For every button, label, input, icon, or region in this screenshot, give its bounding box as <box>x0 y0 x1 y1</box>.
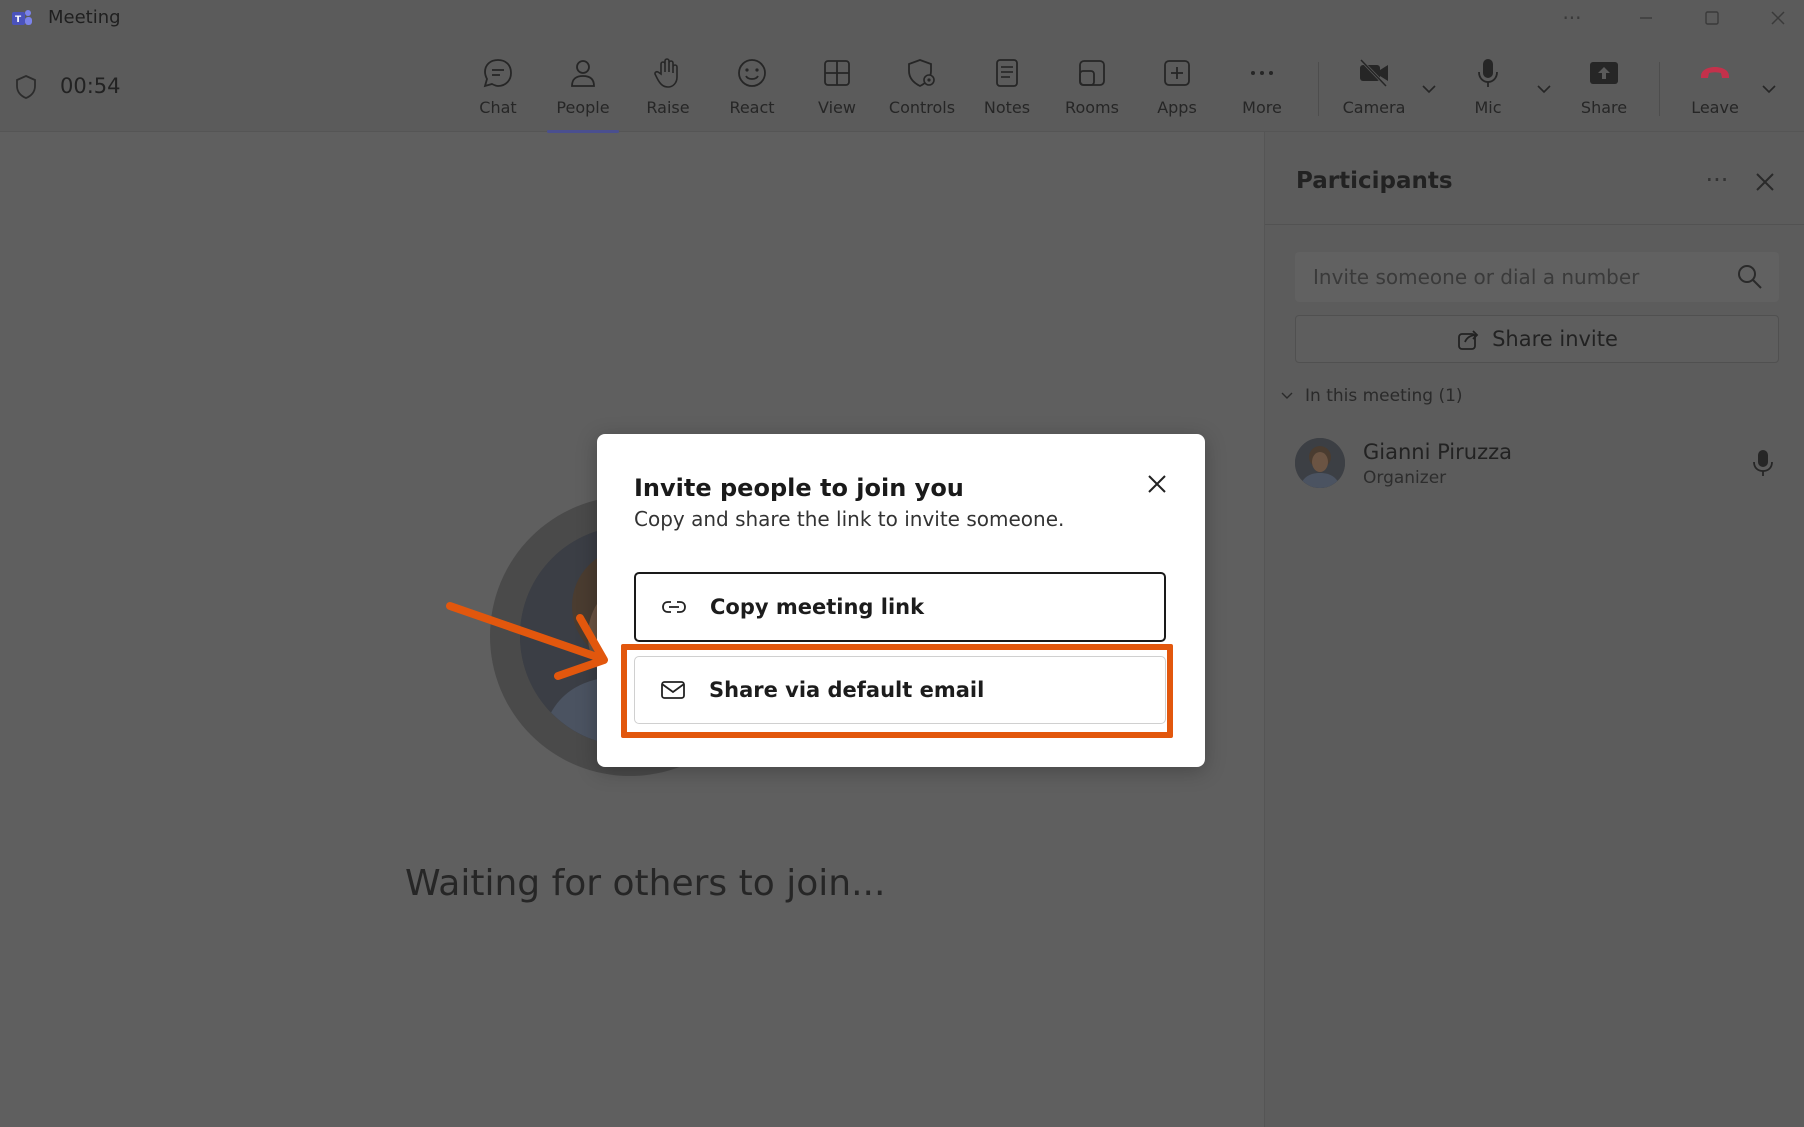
maximize-icon <box>1705 11 1719 25</box>
people-label: People <box>556 98 610 117</box>
section-label: In this meeting (1) <box>1305 386 1463 406</box>
participant-role: Organizer <box>1363 468 1447 488</box>
view-label: View <box>818 98 856 117</box>
hand-icon <box>654 58 678 88</box>
ellipsis-icon: ··· <box>1705 166 1729 194</box>
dialog-subtitle: Copy and share the link to invite someon… <box>634 507 1065 531</box>
share-label: Share <box>1580 98 1628 117</box>
people-icon <box>571 60 595 87</box>
panel-close-icon[interactable] <box>1743 160 1787 204</box>
view-button[interactable]: View <box>797 56 877 126</box>
camera-off-icon <box>1359 58 1388 88</box>
rooms-icon <box>1079 60 1105 86</box>
notes-label: Notes <box>983 98 1031 117</box>
smile-icon <box>738 59 766 87</box>
chevron-down-icon <box>1281 392 1293 399</box>
link-icon <box>662 601 686 613</box>
mic-icon <box>1478 59 1498 87</box>
dialog-close-icon[interactable] <box>1137 464 1177 504</box>
chat-button[interactable]: Chat <box>458 56 538 126</box>
chat-label: Chat <box>479 98 517 117</box>
participants-panel: Participants ··· Share invite In this me… <box>1264 132 1804 1127</box>
notes-button[interactable]: Notes <box>967 56 1047 126</box>
controls-label: Controls <box>888 98 956 117</box>
annotation-arrow-icon <box>446 602 608 680</box>
react-label: React <box>729 98 775 117</box>
raise-button[interactable]: Raise <box>628 56 708 126</box>
camera-button[interactable]: Camera <box>1334 56 1414 126</box>
avatar <box>1295 438 1345 488</box>
minimize-icon <box>1640 17 1652 19</box>
window-close-button[interactable] <box>1754 2 1802 34</box>
leave-options-chevron-down-icon[interactable] <box>1758 78 1780 100</box>
toolbar-divider <box>1318 62 1319 116</box>
panel-divider <box>1265 224 1804 225</box>
phone-hangup-icon <box>1701 67 1729 78</box>
share-icon <box>1458 330 1479 350</box>
leave-label: Leave <box>1691 98 1739 117</box>
waiting-message: Waiting for others to join... <box>405 863 886 904</box>
apps-button[interactable]: Apps <box>1137 56 1217 126</box>
panel-more-button[interactable]: ··· <box>1695 160 1739 204</box>
participant-name: Gianni Piruzza <box>1363 440 1512 464</box>
shield-gear-icon <box>908 59 935 88</box>
raise-label: Raise <box>646 98 690 117</box>
plus-icon <box>1164 60 1190 86</box>
mic-options-chevron-down-icon[interactable] <box>1533 78 1555 100</box>
minimize-button[interactable] <box>1622 2 1670 34</box>
share-button[interactable]: Share <box>1564 56 1644 126</box>
user-photo-icon <box>1295 438 1345 488</box>
ellipsis-icon <box>1251 71 1273 75</box>
search-icon[interactable] <box>1735 262 1765 292</box>
share-invite-button[interactable]: Share invite <box>1295 315 1779 363</box>
maximize-button[interactable] <box>1688 2 1736 34</box>
title-bar: T Meeting ··· <box>0 0 1804 36</box>
camera-options-chevron-down-icon[interactable] <box>1418 78 1440 100</box>
mic-icon <box>1753 450 1773 476</box>
more-button[interactable]: More <box>1222 56 1302 126</box>
dialog-title: Invite people to join you <box>634 474 964 502</box>
leave-button[interactable]: Leave <box>1675 56 1755 126</box>
more-label: More <box>1242 98 1282 117</box>
people-button[interactable]: People <box>543 56 623 133</box>
notes-icon <box>996 59 1018 87</box>
window-title: Meeting <box>48 7 121 28</box>
rooms-button[interactable]: Rooms <box>1052 56 1132 126</box>
highlight-box <box>621 644 1173 738</box>
shield-icon[interactable] <box>14 74 38 100</box>
chat-icon <box>483 59 512 88</box>
ellipsis-icon: ··· <box>1562 6 1582 30</box>
controls-button[interactable]: Controls <box>882 56 962 126</box>
apps-label: Apps <box>1157 98 1197 117</box>
camera-label: Camera <box>1342 98 1406 117</box>
in-meeting-section-toggle[interactable]: In this meeting (1) <box>1279 386 1463 406</box>
share-tray-icon <box>1590 62 1618 84</box>
copy-meeting-link-button[interactable]: Copy meeting link <box>634 572 1166 642</box>
toolbar-divider <box>1659 62 1660 116</box>
teams-logo-icon: T <box>12 10 32 25</box>
share-invite-label: Share invite <box>1492 327 1618 351</box>
mic-button[interactable]: Mic <box>1448 56 1528 126</box>
svg-text:T: T <box>15 15 22 25</box>
window-more-button[interactable]: ··· <box>1548 2 1596 34</box>
copy-link-label: Copy meeting link <box>710 595 925 619</box>
close-icon <box>1771 11 1785 25</box>
grid-icon <box>824 60 850 86</box>
rooms-label: Rooms <box>1065 98 1119 117</box>
mic-label: Mic <box>1474 98 1502 117</box>
panel-title: Participants <box>1296 168 1453 194</box>
participant-row[interactable]: Gianni Piruzza Organizer <box>1295 438 1785 492</box>
meeting-timer: 00:54 <box>60 74 121 98</box>
invite-search-input[interactable] <box>1295 252 1779 302</box>
react-button[interactable]: React <box>712 56 792 126</box>
meeting-toolbar: 00:54 Chat People Raise React View Contr… <box>0 36 1804 133</box>
